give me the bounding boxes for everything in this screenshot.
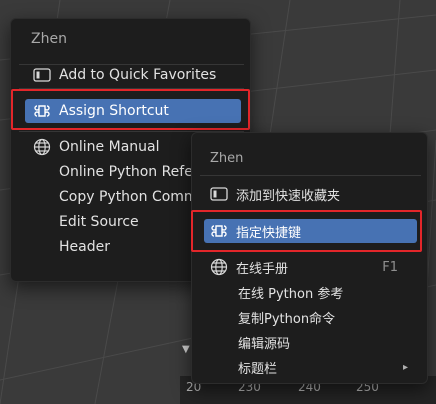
context-menu-chinese: Zhen 添加到快速收藏夹 指定快捷键 在线手册 F1 在线 Python 参考… — [191, 132, 428, 384]
header-item[interactable]: 标题栏 ▸ — [238, 355, 422, 379]
chevron-down-icon[interactable]: ▼ — [182, 344, 190, 355]
menu-item-label: 在线手册 — [236, 261, 289, 277]
menu-item-label: Add to Quick Favorites — [59, 67, 217, 83]
menu-item-label: Header — [59, 239, 110, 255]
menu-item-label: 在线 Python 参考 — [238, 286, 344, 302]
menu-item-label: Copy Python Comm — [59, 189, 198, 205]
copy-python-command-item[interactable]: 复制Python命令 — [238, 305, 422, 329]
menu-item-label: Online Python Refer — [59, 164, 199, 180]
menu-item-label: 复制Python命令 — [238, 311, 336, 327]
annotation-highlight-box — [11, 89, 250, 130]
shortcut-key-label: F1 — [382, 259, 398, 275]
menu-item-label: Edit Source — [59, 214, 139, 230]
globe-icon — [210, 258, 228, 276]
add-to-quick-favorites-item[interactable]: Add to Quick Favorites — [33, 63, 243, 87]
menu-title: Zhen — [210, 151, 244, 166]
online-python-reference-item[interactable]: 在线 Python 参考 — [238, 280, 422, 304]
online-manual-item[interactable]: 在线手册 F1 — [210, 255, 422, 279]
edit-source-item[interactable]: 编辑源码 — [238, 330, 422, 354]
menu-item-label: 添加到快速收藏夹 — [236, 188, 341, 204]
favorites-icon — [210, 185, 228, 203]
globe-icon — [33, 138, 51, 156]
submenu-arrow-icon: ▸ — [402, 361, 408, 373]
menu-item-label: Online Manual — [59, 139, 160, 155]
favorites-icon — [33, 66, 51, 84]
menu-title: Zhen — [31, 31, 67, 47]
add-to-quick-favorites-item[interactable]: 添加到快速收藏夹 — [210, 182, 422, 206]
menu-item-label: 编辑源码 — [238, 336, 291, 352]
menu-item-label: 标题栏 — [238, 361, 278, 377]
annotation-highlight-box — [191, 210, 422, 252]
menu-separator — [200, 175, 421, 176]
